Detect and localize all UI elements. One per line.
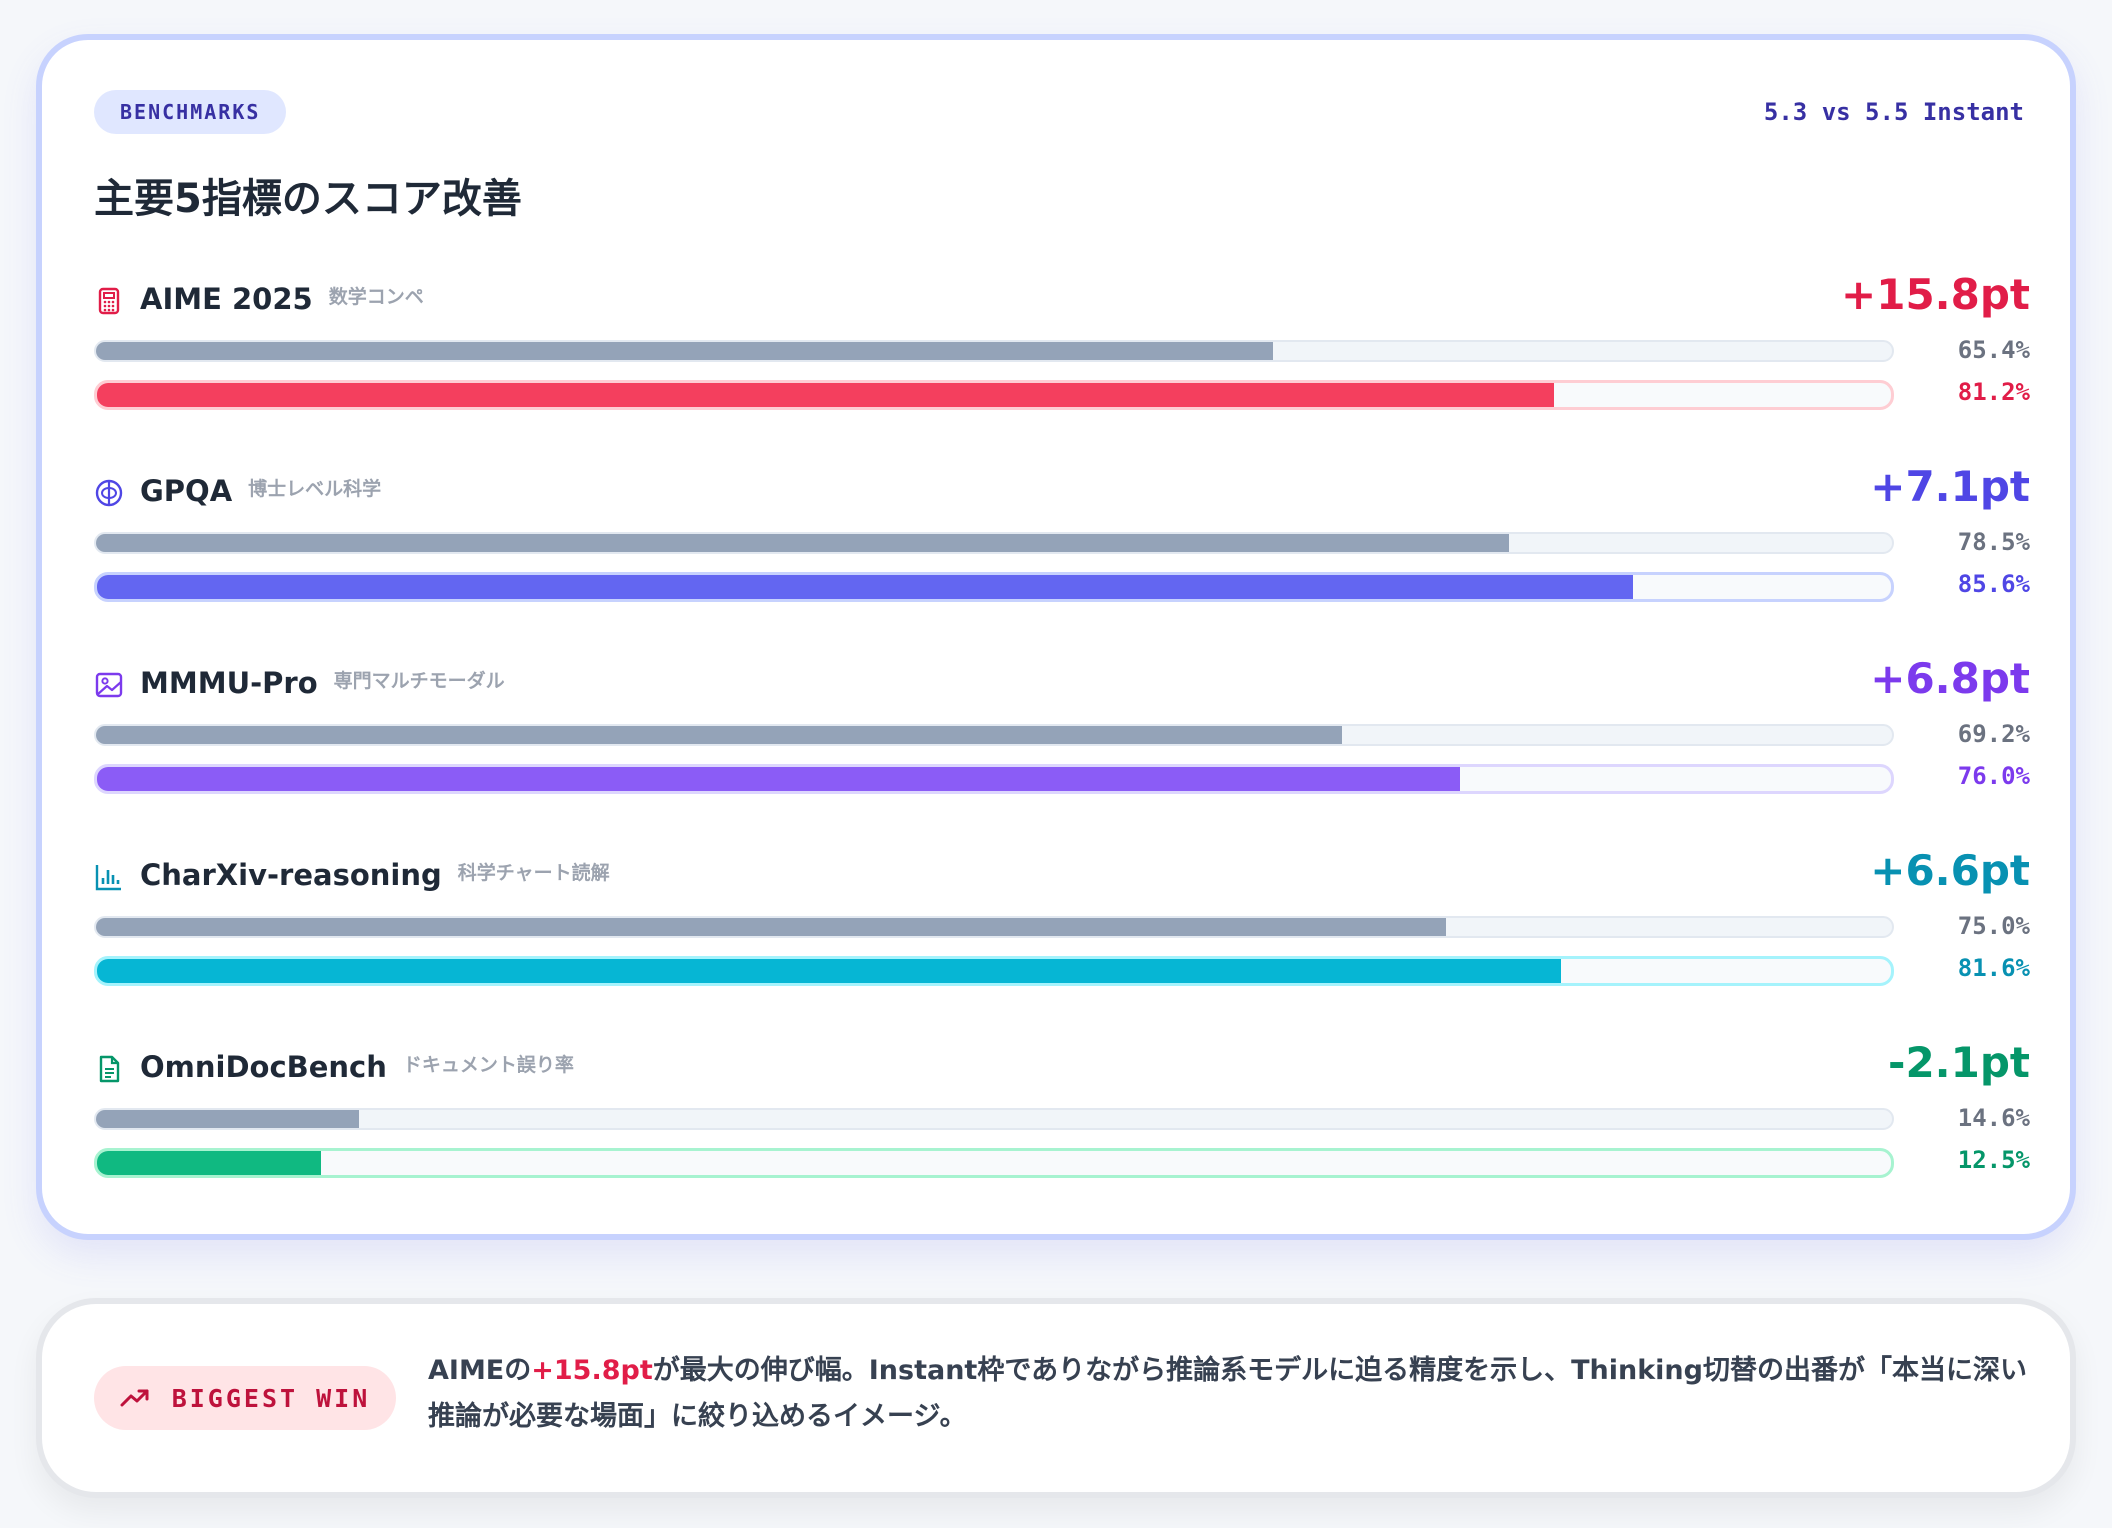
bar-chart-icon: [94, 862, 124, 892]
new-bar: [97, 1151, 322, 1175]
win-text-after: が最大の伸び幅。Instant枠でありながら推論系モデルに迫る精度を示し、Thi…: [428, 1355, 2027, 1432]
brain-icon: [94, 478, 124, 508]
metric-name-group: MMMU-Pro 専門マルチモーダル: [140, 666, 505, 700]
baseline-bar: [96, 342, 1274, 360]
metric-name: OmniDocBench: [140, 1050, 387, 1084]
baseline-bar: [96, 1110, 359, 1128]
metric-subtitle: 科学チャート読解: [457, 862, 610, 884]
baseline-bar-track: [94, 1108, 1894, 1130]
baseline-value: 14.6%: [1957, 1104, 2030, 1132]
metric-name: MMMU-Pro: [140, 666, 318, 700]
baseline-value: 69.2%: [1957, 720, 2030, 748]
baseline-bar: [96, 534, 1509, 552]
baseline-value: 65.4%: [1957, 336, 2030, 364]
biggest-win-label: BIGGEST WIN: [171, 1383, 371, 1413]
biggest-win-text: AIMEの+15.8ptが最大の伸び幅。Instant枠でありながら推論系モデル…: [428, 1348, 2038, 1440]
new-value: 85.6%: [1957, 570, 2030, 598]
metric-row: MMMU-Pro 専門マルチモーダル +6.8pt 69.2% 76.0%: [94, 654, 2030, 816]
metric-row: GPQA 博士レベル科学 +7.1pt 78.5% 85.6%: [94, 462, 2030, 624]
new-bar: [97, 575, 1633, 599]
metric-name: GPQA: [140, 474, 233, 508]
metric-subtitle: ドキュメント誤り率: [402, 1054, 574, 1076]
calculator-icon: [94, 286, 124, 316]
baseline-bar-track: [94, 340, 1894, 362]
benchmarks-card: BENCHMARKS 5.3 vs 5.5 Instant 主要5指標のスコア改…: [36, 34, 2076, 1240]
baseline-bar: [96, 726, 1342, 744]
new-bar-track: [94, 380, 1894, 410]
metric-delta: +15.8pt: [1841, 270, 2030, 319]
baseline-bar-track: [94, 724, 1894, 746]
new-bar-track: [94, 764, 1894, 794]
metric-name-group: AIME 2025 数学コンペ: [140, 282, 424, 316]
page-title: 主要5指標のスコア改善: [94, 176, 522, 222]
document-icon: [94, 1054, 124, 1084]
baseline-value: 75.0%: [1957, 912, 2030, 940]
new-bar: [97, 767, 1461, 791]
win-text-before: AIMEの: [428, 1355, 532, 1386]
new-value: 81.6%: [1957, 954, 2030, 982]
section-badge: BENCHMARKS: [94, 90, 287, 134]
biggest-win-badge: BIGGEST WIN: [94, 1366, 396, 1430]
metric-name: CharXiv-reasoning: [140, 858, 442, 892]
metric-subtitle: 専門マルチモーダル: [333, 670, 505, 692]
metric-name-group: CharXiv-reasoning 科学チャート読解: [140, 858, 610, 892]
image-icon: [94, 670, 124, 700]
metric-subtitle: 博士レベル科学: [248, 478, 382, 500]
win-text-highlight: +15.8pt: [531, 1355, 653, 1386]
metric-delta: +7.1pt: [1870, 462, 2030, 511]
new-bar-track: [94, 1148, 1894, 1178]
metric-name-group: GPQA 博士レベル科学: [140, 474, 381, 508]
baseline-bar-track: [94, 532, 1894, 554]
metric-delta: +6.8pt: [1870, 654, 2030, 703]
metric-name-group: OmniDocBench ドキュメント誤り率: [140, 1050, 574, 1084]
metric-name: AIME 2025: [140, 282, 313, 316]
metric-row: AIME 2025 数学コンペ +15.8pt 65.4% 81.2%: [94, 270, 2030, 432]
metric-delta: +6.6pt: [1870, 846, 2030, 895]
metric-subtitle: 数学コンペ: [328, 286, 424, 308]
new-bar: [97, 383, 1554, 407]
new-bar-track: [94, 956, 1894, 986]
baseline-value: 78.5%: [1957, 528, 2030, 556]
baseline-bar: [96, 918, 1446, 936]
baseline-bar-track: [94, 916, 1894, 938]
metric-row: CharXiv-reasoning 科学チャート読解 +6.6pt 75.0% …: [94, 846, 2030, 1008]
comparison-label: 5.3 vs 5.5 Instant: [1763, 98, 2024, 126]
new-value: 81.2%: [1957, 378, 2030, 406]
metric-row: OmniDocBench ドキュメント誤り率 -2.1pt 14.6% 12.5…: [94, 1038, 2030, 1200]
metric-delta: -2.1pt: [1888, 1038, 2030, 1087]
biggest-win-card: BIGGEST WIN AIMEの+15.8ptが最大の伸び幅。Instant枠…: [36, 1298, 2076, 1498]
trending-up-icon: [120, 1389, 149, 1407]
new-bar: [97, 959, 1561, 983]
new-value: 76.0%: [1957, 762, 2030, 790]
new-bar-track: [94, 572, 1894, 602]
new-value: 12.5%: [1957, 1146, 2030, 1174]
